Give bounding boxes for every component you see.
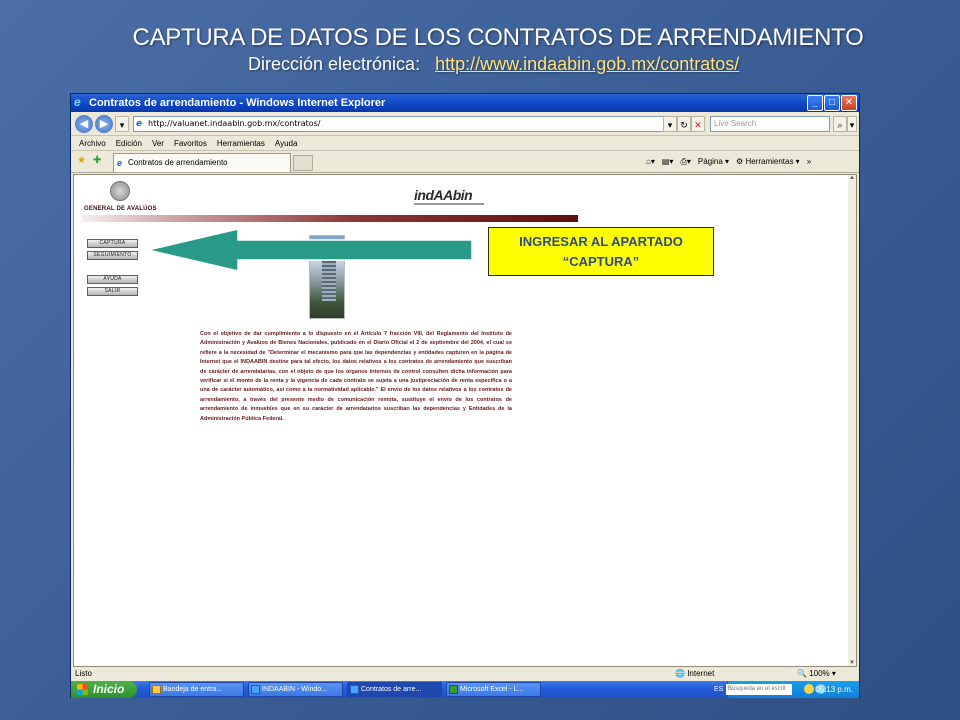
tray-app-icon[interactable] [804,684,814,694]
desktop-search-input[interactable]: Búsqueda en el escrit [726,684,792,695]
search-options-icon[interactable]: ▾ [847,116,857,132]
ie-icon: e [74,95,81,109]
tab-label: Contratos de arrendamiento [128,158,228,167]
clock: 05:13 p.m. [815,685,853,694]
menu-favoritos[interactable]: Favoritos [174,136,207,150]
tab-ie-icon: e [117,158,123,168]
scroll-up-icon[interactable]: ▲ [848,175,856,181]
window-title: Contratos de arrendamiento - Windows Int… [89,97,386,109]
status-bar: Listo 🌐 Internet 🔍 100% ▾ [71,668,859,680]
refresh-icon[interactable]: ↻ [677,116,691,132]
excel-icon [449,685,458,694]
address-dropdown-icon[interactable]: ▾ [663,116,677,132]
maximize-button[interactable]: □ [824,95,840,111]
tab-contratos[interactable]: e Contratos de arrendamiento [113,153,291,172]
header-bar [82,215,578,222]
department-name: GENERAL DE AVALÚOS [84,206,157,212]
task-excel[interactable]: Microsoft Excel - L... [446,682,541,697]
seguimiento-button[interactable]: SEGUIMIENTO [87,251,138,260]
status-zone-label: Internet [687,669,715,678]
back-button[interactable]: ◀ [75,115,93,133]
callout-line2: “CAPTURA” [562,254,640,269]
status-text: Listo [75,669,92,678]
government-seal-icon [110,181,130,201]
task-bandeja[interactable]: Bandeja de entra... [149,682,244,697]
start-label: Inicio [93,682,125,696]
new-tab-button[interactable] [293,155,313,171]
ie-task-icon [251,685,260,694]
add-favorite-icon[interactable]: ✚ [93,155,101,167]
slide-subtitle: Dirección electrónica: http://www.indaab… [248,54,739,75]
instruction-callout: INGRESAR AL APARTADO “CAPTURA” [488,227,714,276]
tools-menu-label: Herramientas [745,157,794,166]
menu-ver[interactable]: Ver [152,136,164,150]
print-icon[interactable]: ⎙▾ [680,154,690,170]
page-menu[interactable]: Página ▾ [698,154,729,170]
address-input[interactable]: e http://valuanet.indaabin.gob.mx/contra… [133,116,673,132]
favorites-star-icon[interactable]: ★ [77,155,86,167]
home-icon[interactable]: ⌂▾ [646,154,655,170]
address-bar: ◀ ▶ ▾ e http://valuanet.indaabin.gob.mx/… [71,112,859,136]
tools-menu[interactable]: ⚙ Herramientas ▾ [736,154,800,170]
security-zone: 🌐 Internet [675,669,715,678]
callout-line1: INGRESAR AL APARTADO [519,234,683,249]
subtitle-link[interactable]: http://www.indaabin.gob.mx/contratos/ [435,54,739,74]
toolbar-overflow-icon[interactable]: » [807,154,811,170]
task-indaabin[interactable]: INDAABIN - Windo... [248,682,343,697]
page-menu-label: Página [697,157,723,166]
window-titlebar[interactable]: e Contratos de arrendamiento - Windows I… [71,94,859,112]
menu-bar: Archivo Edición Ver Favoritos Herramient… [71,136,859,151]
ayuda-button[interactable]: AYUDA [87,275,138,284]
menu-herramientas[interactable]: Herramientas [217,136,265,150]
menu-edicion[interactable]: Edición [116,136,142,150]
minimize-button[interactable]: _ [807,95,823,111]
feeds-icon[interactable]: ▤▾ [662,154,674,170]
slide-title: CAPTURA DE DATOS DE LOS CONTRATOS DE ARR… [132,24,864,51]
zoom-level[interactable]: 🔍 100% ▾ [797,668,836,680]
stop-icon[interactable]: ✕ [691,116,705,132]
menu-ayuda[interactable]: Ayuda [275,136,298,150]
taskbar: Inicio Bandeja de entra... INDAABIN - Wi… [71,681,859,698]
menu-archivo[interactable]: Archivo [79,136,106,150]
system-tray: ES Búsqueda en el escrit 05:13 p.m. [714,681,859,698]
task-contratos[interactable]: Contratos de arre... [347,682,442,697]
captura-button[interactable]: CAPTURA [87,239,138,248]
task-excel-label: Microsoft Excel - L... [460,686,524,693]
language-indicator[interactable]: ES [714,681,723,698]
indaabin-logo: indAAbin [414,187,473,203]
task-indaabin-label: INDAABIN - Windo... [262,686,327,693]
start-button[interactable]: Inicio [71,681,137,698]
page-icon: e [136,119,143,129]
subtitle-label: Dirección electrónica: [248,54,421,74]
logo-underline [414,203,484,205]
close-button[interactable]: ✕ [841,95,857,111]
intro-paragraph: Con el objetivo de dar cumplimiento a lo… [200,331,512,422]
scroll-down-icon[interactable]: ▼ [848,660,856,666]
pointer-arrow-icon [148,229,472,271]
history-dropdown-icon[interactable]: ▾ [115,116,129,132]
status-zoom-value: 100% [809,669,830,678]
tab-bar: ★ ✚ e Contratos de arrendamiento ⌂▾ ▤▾ ⎙… [71,151,859,173]
forward-button[interactable]: ▶ [95,115,113,133]
salir-button[interactable]: SALIR [87,287,138,296]
vertical-scrollbar[interactable]: ▲ ▼ [848,175,856,666]
task-contratos-label: Contratos de arre... [361,686,422,693]
address-value: http://valuanet.indaabin.gob.mx/contrato… [148,119,321,128]
windows-logo-icon [77,684,88,695]
search-icon[interactable]: ⌕ [833,116,847,132]
task-bandeja-label: Bandeja de entra... [163,686,223,693]
outlook-icon [152,685,161,694]
search-input[interactable]: Live Search [710,116,830,132]
ie-task-icon-active [350,685,359,694]
browser-window: e Contratos de arrendamiento - Windows I… [70,93,860,698]
